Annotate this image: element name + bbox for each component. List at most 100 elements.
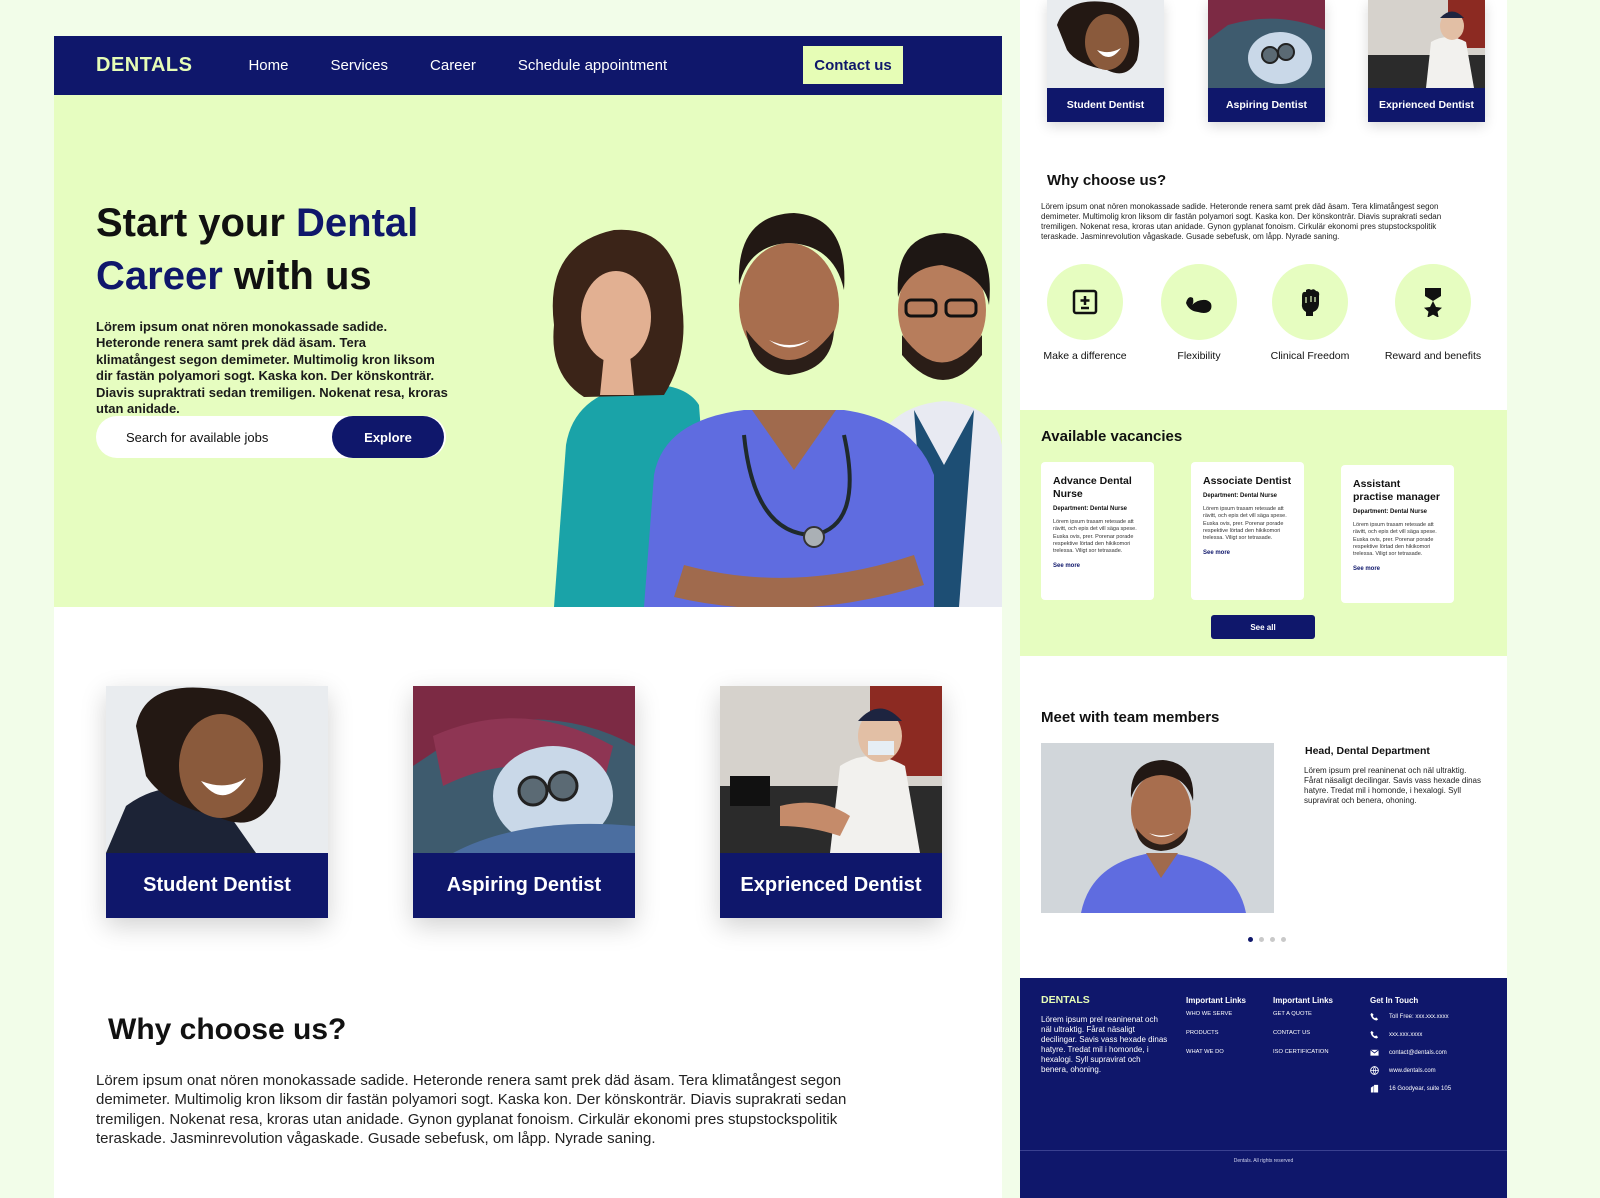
mini-role-card-experienced-dentist[interactable]: Exprienced Dentist xyxy=(1368,0,1485,122)
footer-contact-column: Get In Touch Toll Free: xxx.xxx.xxxx xxx… xyxy=(1370,996,1451,1101)
vacancy-card-assistant-practise-manager[interactable]: Assistant practise manager Department: D… xyxy=(1341,465,1454,603)
footer-links-column-2: Important Links GET A QUOTE CONTACT US I… xyxy=(1273,996,1333,1068)
contact-us-button[interactable]: Contact us xyxy=(803,46,903,84)
footer-links-column-1: Important Links WHO WE SERVE PRODUCTS WH… xyxy=(1186,996,1246,1068)
phone-icon xyxy=(1370,1012,1379,1021)
mini-role-card-label: Aspiring Dentist xyxy=(1208,88,1325,122)
mini-role-card-student-dentist[interactable]: Student Dentist xyxy=(1047,0,1164,122)
footer-link-products[interactable]: PRODUCTS xyxy=(1186,1030,1246,1036)
team-member-role: Head, Dental Department xyxy=(1305,745,1430,757)
feature-label: Make a difference xyxy=(1043,350,1127,362)
vacancy-description: Lörem ipsum trasam retesade att rävitt, … xyxy=(1053,519,1137,555)
vacancy-card-advance-dental-nurse[interactable]: Advance Dental Nurse Department: Dental … xyxy=(1041,462,1154,600)
hero-title: Start your Dental Career with us xyxy=(96,201,419,298)
vacancy-see-more-link[interactable]: See more xyxy=(1203,550,1292,556)
carousel-dot-1[interactable] xyxy=(1248,937,1253,942)
footer-links-heading: Important Links xyxy=(1273,996,1334,1005)
vacancy-title: Advance Dental Nurse xyxy=(1053,475,1132,500)
award-medal-icon xyxy=(1424,288,1442,317)
student-dentist-photo xyxy=(106,686,328,853)
vacancy-description: Lörem ipsum trasam retesade att rävitt, … xyxy=(1203,506,1287,542)
vacancy-department: Department: Dental Nurse xyxy=(1203,493,1278,499)
team-member-bio: Lörem ipsum prel reaninenat och näl ultr… xyxy=(1304,766,1481,805)
role-card-label: Exprienced Dentist xyxy=(720,853,942,918)
footer-contact-heading: Get In Touch xyxy=(1370,996,1419,1005)
contact-address[interactable]: 16 Goodyear, suite 105 xyxy=(1370,1083,1451,1094)
landing-page-desktop: DENTALS Home Services Career Schedule ap… xyxy=(54,36,1002,1198)
vacancy-description: Lörem ipsum trasam retesade att rävitt, … xyxy=(1353,522,1437,558)
nav-link-home[interactable]: Home xyxy=(248,57,288,74)
footer-copyright: Dentals. All rights reserved xyxy=(1233,1158,1294,1164)
globe-icon xyxy=(1370,1066,1379,1075)
medical-kit-icon xyxy=(1072,289,1098,315)
available-vacancies-section: Available vacancies Advance Dental Nurse… xyxy=(1020,410,1507,656)
footer-link-what-we-do[interactable]: WHAT WE DO xyxy=(1186,1049,1246,1055)
experienced-dentist-photo xyxy=(720,686,942,853)
carousel-dot-2[interactable] xyxy=(1259,937,1264,942)
contact-toll-free[interactable]: Toll Free: xxx.xxx.xxxx xyxy=(1370,1011,1451,1022)
footer-brand[interactable]: DENTALS xyxy=(1041,994,1090,1006)
role-card-aspiring-dentist[interactable]: Aspiring Dentist xyxy=(413,686,635,918)
feature-label: Flexibility xyxy=(1177,350,1221,362)
flexed-arm-icon xyxy=(1186,297,1212,313)
why-choose-us-title: Why choose us? xyxy=(1047,172,1167,189)
hero-description: Lörem ipsum onat nören monokassade sadid… xyxy=(96,319,448,417)
hero-dentists-image xyxy=(552,213,1002,607)
hero-section: Start your Dental Career with us Lörem ip… xyxy=(54,95,1002,607)
job-search-input[interactable] xyxy=(126,426,296,448)
nav-link-career[interactable]: Career xyxy=(430,57,476,74)
role-card-experienced-dentist[interactable]: Exprienced Dentist xyxy=(720,686,942,918)
feature-make-a-difference: Make a difference xyxy=(1025,264,1145,362)
vacancy-card-associate-dentist[interactable]: Associate Dentist Department: Dental Nur… xyxy=(1191,462,1304,600)
carousel-dot-4[interactable] xyxy=(1281,937,1286,942)
landing-page-preview: Student Dentist Aspiring Dentist Exprien… xyxy=(1020,0,1507,1198)
building-icon xyxy=(1370,1084,1379,1093)
contact-phone[interactable]: xxx.xxx.xxxx xyxy=(1370,1029,1451,1040)
footer-link-contact-us[interactable]: CONTACT US xyxy=(1273,1030,1333,1036)
top-navigation: DENTALS Home Services Career Schedule ap… xyxy=(54,36,1002,95)
role-card-student-dentist[interactable]: Student Dentist xyxy=(106,686,328,918)
brand-logo[interactable]: DENTALS xyxy=(96,54,192,77)
explore-button[interactable]: Explore xyxy=(332,416,444,458)
vacancy-department: Department: Dental Nurse xyxy=(1353,509,1428,515)
why-choose-us-title: Why choose us? xyxy=(108,1013,347,1046)
see-all-vacancies-button[interactable]: See all xyxy=(1211,615,1315,639)
footer-description: Lörem ipsum prel reaninenat och näl ultr… xyxy=(1041,1015,1168,1074)
footer-link-who-we-serve[interactable]: WHO WE SERVE xyxy=(1186,1011,1246,1017)
nav-link-services[interactable]: Services xyxy=(330,57,388,74)
footer-link-iso-certification[interactable]: ISO CERTIFICATION xyxy=(1273,1049,1333,1055)
nav-link-schedule-appointment[interactable]: Schedule appointment xyxy=(518,57,667,74)
contact-email[interactable]: contact@dentals.com xyxy=(1370,1047,1451,1058)
site-footer: DENTALS Lörem ipsum prel reaninenat och … xyxy=(1020,978,1507,1198)
footer-divider xyxy=(1020,1150,1507,1151)
mini-role-card-label: Student Dentist xyxy=(1047,88,1164,122)
experienced-dentist-photo xyxy=(1368,0,1485,88)
vacancy-see-more-link[interactable]: See more xyxy=(1353,566,1442,572)
aspiring-dentist-photo xyxy=(1208,0,1325,88)
footer-links-heading: Important Links xyxy=(1186,996,1247,1005)
role-card-label: Student Dentist xyxy=(106,853,328,918)
raised-fist-icon xyxy=(1301,289,1320,316)
feature-reward-and-benefits: Reward and benefits xyxy=(1373,264,1493,362)
mini-role-card-label: Exprienced Dentist xyxy=(1368,88,1485,122)
job-search-bar: Explore xyxy=(96,416,446,458)
carousel-dot-3[interactable] xyxy=(1270,937,1275,942)
role-card-label: Aspiring Dentist xyxy=(413,853,635,918)
contact-website[interactable]: www.dentals.com xyxy=(1370,1065,1451,1076)
aspiring-dentist-photo xyxy=(413,686,635,853)
feature-clinical-freedom: Clinical Freedom xyxy=(1250,264,1370,362)
vacancy-see-more-link[interactable]: See more xyxy=(1053,563,1142,569)
footer-link-get-a-quote[interactable]: GET A QUOTE xyxy=(1273,1011,1333,1017)
vacancy-department: Department: Dental Nurse xyxy=(1053,506,1128,512)
why-choose-us-text: Lörem ipsum onat nören monokassade sadid… xyxy=(1041,202,1442,241)
vacancy-title: Assistant practise manager xyxy=(1353,478,1440,503)
vacancies-title: Available vacancies xyxy=(1041,428,1183,445)
team-section-title: Meet with team members xyxy=(1041,709,1220,726)
feature-label: Reward and benefits xyxy=(1384,350,1482,362)
why-choose-us-text: Lörem ipsum onat nören monokassade sadid… xyxy=(96,1072,847,1148)
feature-flexibility: Flexibility xyxy=(1139,264,1259,362)
vacancy-title: Associate Dentist xyxy=(1203,475,1292,487)
mini-role-card-aspiring-dentist[interactable]: Aspiring Dentist xyxy=(1208,0,1325,122)
team-member-photo xyxy=(1041,743,1274,913)
mail-icon xyxy=(1370,1049,1379,1056)
